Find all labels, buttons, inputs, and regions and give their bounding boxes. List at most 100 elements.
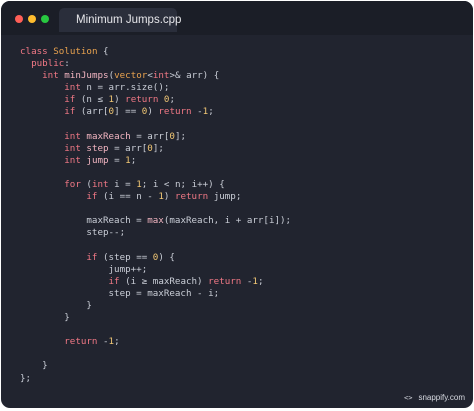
- code-token: int: [42, 70, 59, 82]
- code-line: maxReach = max(maxReach, i + arr[i]);: [20, 215, 291, 227]
- code-token: }: [20, 312, 70, 324]
- code-token: return: [125, 94, 159, 106]
- code-line: jump++;: [20, 264, 291, 276]
- code-line: int step = arr[0];: [20, 143, 291, 155]
- code-token: {: [97, 46, 109, 57]
- code-token: int: [152, 70, 170, 82]
- code-token: ];: [152, 142, 164, 154]
- code-token: return: [174, 191, 209, 203]
- code-brackets-icon: <>: [404, 393, 413, 402]
- code-token: minJumps: [64, 70, 109, 82]
- code-token: ): [114, 94, 126, 106]
- code-token: ) {: [158, 251, 175, 263]
- code-token: public: [31, 58, 65, 70]
- code-token: -: [241, 275, 253, 287]
- file-tab[interactable]: Minimum Jumps.cpp: [59, 8, 181, 32]
- code-token: step = maxReach - i;: [20, 287, 220, 299]
- code-token: ;: [257, 275, 264, 287]
- code-token: =: [108, 154, 126, 166]
- minimize-window-button[interactable]: [28, 15, 36, 23]
- code-token: i =: [108, 179, 137, 191]
- code-line: int minJumps(vector<int>& arr) {: [20, 70, 291, 82]
- code-line: if (arr[0] == 0) return -1;: [20, 106, 291, 118]
- code-token: if: [86, 251, 98, 263]
- code-line: return -1;: [20, 336, 291, 348]
- code-token: }: [20, 299, 92, 311]
- code-token: = arr[: [108, 142, 148, 154]
- code-token: int: [91, 179, 109, 191]
- code-line: int maxReach = arr[0];: [20, 131, 291, 143]
- code-line: public:: [20, 58, 291, 70]
- code-token: vector: [114, 70, 148, 82]
- code-line: step = maxReach - i;: [20, 288, 291, 300]
- code-token: return: [64, 336, 98, 348]
- code-token: step--;: [20, 227, 126, 239]
- code-token: max: [147, 215, 164, 227]
- code-line: step--;: [20, 227, 291, 239]
- code-token: -: [97, 336, 109, 348]
- code-token: :: [64, 58, 70, 70]
- code-token: step: [86, 142, 109, 154]
- code-token: -: [191, 106, 203, 118]
- code-token: }: [20, 360, 48, 372]
- tab-title: Minimum Jumps.cpp: [76, 14, 182, 26]
- code-token: int: [64, 154, 81, 166]
- code-line: int n = arr.size();: [20, 82, 291, 94]
- code-token: if: [64, 106, 76, 118]
- close-window-button[interactable]: [15, 15, 23, 23]
- code-token: class: [20, 46, 48, 57]
- code-token: maxReach =: [20, 215, 148, 227]
- code-token: ; i < n; i++) {: [141, 179, 225, 191]
- code-token: ];: [174, 130, 187, 142]
- code-token: = arr[: [130, 130, 170, 142]
- code-line: class Solution {: [20, 46, 291, 58]
- code-token: (i ≥ maxReach): [119, 275, 209, 287]
- watermark: <> snappify.com: [404, 393, 465, 402]
- code-token: ): [163, 191, 175, 203]
- watermark-text: snappify.com: [418, 393, 465, 402]
- code-token: maxReach: [86, 130, 131, 142]
- code-token: return: [208, 275, 242, 287]
- code-token: (n ≤: [75, 94, 109, 106]
- code-token: for: [64, 179, 81, 191]
- code-line: };: [20, 373, 291, 385]
- code-line: for (int i = 1; i < n; i++) {: [20, 179, 291, 191]
- code-token: >& arr) {: [169, 70, 220, 82]
- code-token: jump;: [208, 191, 242, 203]
- code-token: (i == n -: [97, 191, 159, 203]
- code-token: jump++;: [20, 263, 148, 275]
- code-token: ] ==: [114, 106, 142, 118]
- code-token: };: [20, 372, 32, 384]
- maximize-window-button[interactable]: [41, 15, 49, 23]
- code-token: ;: [208, 106, 214, 118]
- code-line: int jump = 1;: [20, 155, 291, 167]
- code-token: if: [64, 94, 76, 106]
- code-token: int: [64, 130, 81, 142]
- code-token: if: [86, 191, 98, 203]
- code-token: (step ==: [97, 251, 153, 263]
- code-token: int: [64, 142, 81, 154]
- code-line: if (step == 0) {: [20, 252, 291, 264]
- code-line: if (n ≤ 1) return 0;: [20, 94, 291, 106]
- code-token: ;: [114, 336, 120, 348]
- code-token: int: [64, 82, 81, 94]
- code-token: (arr[: [75, 106, 109, 118]
- code-token: Solution: [53, 46, 98, 57]
- code-line: if (i == n - 1) return jump;: [20, 191, 291, 203]
- code-token: (: [80, 179, 92, 191]
